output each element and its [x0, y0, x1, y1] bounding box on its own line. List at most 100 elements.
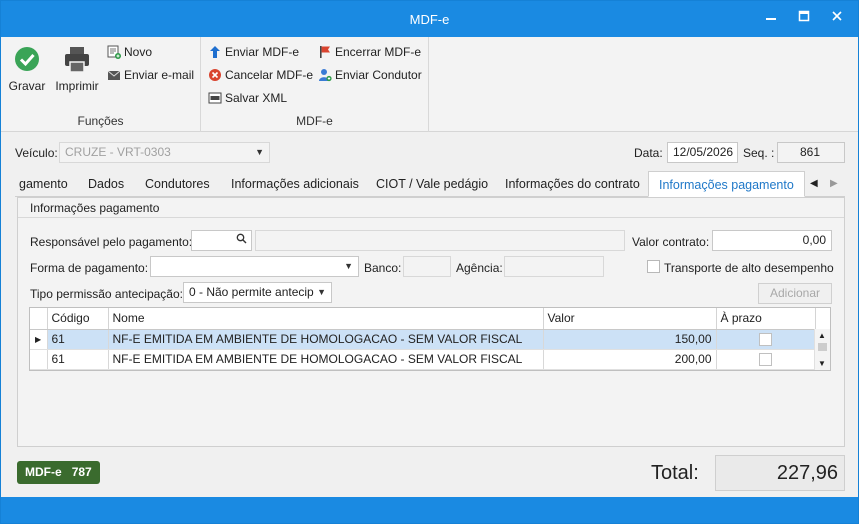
- user-add-icon: [318, 68, 332, 82]
- a-prazo-checkbox[interactable]: [759, 353, 772, 367]
- scroll-up-icon[interactable]: ▲: [818, 331, 826, 340]
- grid-header: Código Nome Valor À prazo: [30, 308, 816, 330]
- salvar-xml-button[interactable]: Salvar XML: [208, 89, 287, 107]
- chevron-down-icon: ▼: [255, 147, 264, 157]
- cell-valor[interactable]: 200,00: [543, 349, 717, 370]
- window-title: MDF-e: [409, 12, 450, 27]
- cell-a-prazo[interactable]: [716, 329, 816, 350]
- minimize-button[interactable]: [761, 9, 781, 27]
- enviar-mdfe-label: Enviar MDF-e: [225, 45, 300, 59]
- novo-button[interactable]: Novo: [107, 43, 152, 61]
- enviar-condutor-label: Enviar Condutor: [335, 68, 422, 82]
- title-bar: MDF-e: [1, 1, 858, 37]
- scroll-thumb[interactable]: [818, 343, 827, 351]
- enviar-mdfe-button[interactable]: Enviar MDF-e: [208, 43, 299, 61]
- tab-bar: gamento Dados Condutores Informações adi…: [15, 171, 845, 197]
- valor-contrato-field[interactable]: 0,00: [712, 230, 832, 251]
- imprimir-button[interactable]: Imprimir: [53, 43, 101, 93]
- valor-contrato-value: 0,00: [802, 233, 826, 247]
- cell-codigo[interactable]: 61: [47, 329, 109, 350]
- gravar-button[interactable]: Gravar: [7, 43, 47, 93]
- responsavel-label: Responsável pelo pagamento:: [30, 235, 193, 249]
- tab-informacoes-contrato[interactable]: Informações do contrato: [505, 171, 640, 197]
- scroll-down-icon[interactable]: ▼: [818, 359, 826, 368]
- cell-nome[interactable]: NF-E EMITIDA EM AMBIENTE DE HOMOLOGACAO …: [108, 329, 544, 350]
- tab-ciot-vale-pedagio[interactable]: CIOT / Vale pedágio: [376, 171, 488, 197]
- tab-pagamento-truncated[interactable]: gamento: [19, 171, 68, 197]
- badge-number: 787: [71, 465, 92, 479]
- a-prazo-checkbox[interactable]: [759, 333, 772, 347]
- maximize-button[interactable]: [794, 9, 814, 27]
- encerrar-mdfe-label: Encerrar MDF-e: [335, 45, 422, 59]
- section-title: Informações pagamento: [18, 198, 844, 218]
- forma-pagamento-label: Forma de pagamento:: [30, 261, 149, 275]
- grid-scrollbar[interactable]: ▲ ▼: [814, 329, 830, 370]
- badge-label: MDF-e: [25, 465, 62, 479]
- minimize-icon: [766, 18, 776, 20]
- column-nome[interactable]: Nome: [108, 308, 544, 330]
- tipo-permissao-value: 0 - Não permite antecip: [189, 285, 314, 299]
- enviar-condutor-button[interactable]: Enviar Condutor: [318, 66, 422, 84]
- cell-a-prazo[interactable]: [716, 349, 816, 370]
- group-funcoes: Gravar Imprimir Novo Enviar e-mail Funçõ…: [1, 37, 201, 132]
- column-valor[interactable]: Valor: [543, 308, 717, 330]
- seq-label: Seq. :: [743, 146, 775, 160]
- enviar-email-label: Enviar e-mail: [124, 68, 195, 82]
- chevron-down-icon: ▼: [317, 287, 326, 297]
- check-icon: [11, 43, 43, 75]
- arrow-up-icon: [208, 45, 222, 59]
- group-mdfe-label: MDF-e: [296, 114, 333, 128]
- pagamento-grid: Código Nome Valor À prazo ▶ 61 NF-E EMIT…: [29, 307, 831, 371]
- table-row[interactable]: ▶ 61 NF-E EMITIDA EM AMBIENTE DE HOMOLOG…: [30, 329, 816, 350]
- tab-informacoes-adicionais[interactable]: Informações adicionais: [231, 171, 359, 197]
- total-label: Total:: [651, 462, 699, 484]
- cell-codigo[interactable]: 61: [47, 349, 109, 370]
- novo-label: Novo: [124, 45, 153, 59]
- row-pointer-icon: ▶: [30, 329, 48, 350]
- app-window: MDF-e Gravar Imprimir Novo Enviar e-mail…: [0, 0, 859, 524]
- chevron-down-icon: ▼: [344, 261, 353, 271]
- cancelar-mdfe-label: Cancelar MDF-e: [225, 68, 314, 82]
- gravar-label: Gravar: [8, 79, 46, 93]
- data-label: Data:: [634, 146, 663, 160]
- data-value: 12/05/2026: [673, 145, 734, 159]
- seq-field: 861: [777, 142, 845, 163]
- transporte-checkbox[interactable]: [647, 260, 660, 273]
- new-document-icon: [107, 45, 121, 59]
- cell-nome[interactable]: NF-E EMITIDA EM AMBIENTE DE HOMOLOGACAO …: [108, 349, 544, 370]
- mdfe-number-badge: MDF-e 787: [17, 461, 100, 484]
- banco-field: [403, 256, 451, 277]
- printer-icon: [61, 43, 93, 75]
- encerrar-mdfe-button[interactable]: Encerrar MDF-e: [318, 43, 421, 61]
- tab-scroll-left-icon[interactable]: ◀: [810, 171, 818, 197]
- group-funcoes-label: Funções: [77, 114, 124, 128]
- total-value: 227,96: [715, 455, 845, 491]
- transporte-label: Transporte de alto desempenho: [664, 261, 834, 275]
- tab-condutores[interactable]: Condutores: [145, 171, 210, 197]
- tab-scroll-right-icon[interactable]: ▶: [830, 171, 838, 197]
- veiculo-label: Veículo:: [15, 146, 58, 160]
- column-codigo[interactable]: Código: [47, 308, 109, 330]
- status-bar: [1, 497, 858, 523]
- close-button[interactable]: [827, 9, 847, 27]
- ribbon: Gravar Imprimir Novo Enviar e-mail Funçõ…: [1, 37, 858, 132]
- veiculo-select[interactable]: CRUZE - VRT-0303 ▼: [59, 142, 270, 163]
- column-a-prazo[interactable]: À prazo: [716, 308, 816, 330]
- banco-label: Banco:: [364, 261, 402, 275]
- adicionar-button[interactable]: Adicionar: [758, 283, 832, 304]
- responsavel-field[interactable]: [191, 230, 252, 251]
- search-icon[interactable]: [236, 231, 247, 250]
- responsavel-nome-field: [255, 230, 625, 251]
- tipo-permissao-select[interactable]: 0 - Não permite antecip ▼: [183, 282, 332, 303]
- tab-dados[interactable]: Dados: [88, 171, 124, 197]
- cancelar-mdfe-button[interactable]: Cancelar MDF-e: [208, 66, 313, 84]
- row-indicator: [30, 349, 48, 370]
- tab-informacoes-pagamento[interactable]: Informações pagamento: [648, 171, 805, 197]
- seq-value: 861: [799, 145, 820, 159]
- enviar-email-button[interactable]: Enviar e-mail: [107, 66, 194, 84]
- forma-pagamento-select[interactable]: ▼: [150, 256, 359, 277]
- table-row[interactable]: 61 NF-E EMITIDA EM AMBIENTE DE HOMOLOGAC…: [30, 349, 816, 370]
- veiculo-value: CRUZE - VRT-0303: [65, 145, 171, 159]
- cell-valor[interactable]: 150,00: [543, 329, 717, 350]
- data-field[interactable]: 12/05/2026: [667, 142, 738, 163]
